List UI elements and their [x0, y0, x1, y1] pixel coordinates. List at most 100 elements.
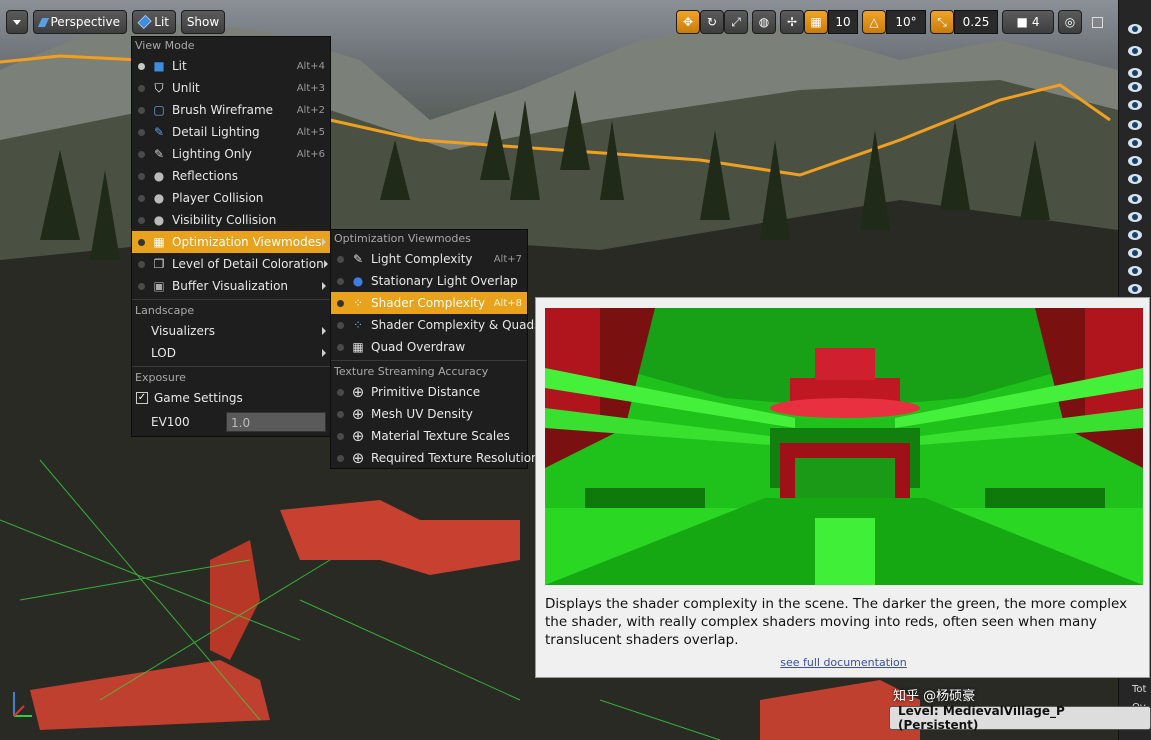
visibility-eye-icon[interactable] — [1128, 194, 1142, 204]
visibility-eye-icon[interactable] — [1128, 266, 1142, 276]
documentation-link[interactable]: see full documentation — [536, 656, 1151, 669]
menu-item-visualizers[interactable]: Visualizers — [132, 320, 330, 342]
menu-item-player-collision[interactable]: ● Player Collision — [132, 187, 330, 209]
radio-dot — [138, 62, 145, 70]
translate-tool-button[interactable]: ✥ — [676, 10, 700, 34]
menu-item-label: Level of Detail Coloration — [172, 257, 324, 271]
menu-item-primitive-distance[interactable]: ⊕ Primitive Distance — [331, 381, 527, 403]
menu-item-shortcut: Alt+7 — [493, 253, 522, 265]
globe-icon: ◍ — [758, 15, 770, 29]
menu-item-game-settings[interactable]: ✓ Game Settings — [132, 387, 330, 409]
scale-icon: ⤢ — [731, 14, 741, 29]
menu-item-lit[interactable]: ■ Lit Alt+4 — [132, 55, 330, 77]
rotation-snap-toggle[interactable]: △ — [862, 10, 886, 34]
menu-item-label: Visualizers — [151, 324, 216, 338]
visibility-eye-icon[interactable] — [1128, 68, 1142, 78]
scale-snap-toggle[interactable]: ⤡ — [930, 10, 954, 34]
camera-speed-button[interactable]: ■ 4 — [1002, 10, 1054, 34]
submenu-arrow-icon — [322, 238, 326, 246]
show-button[interactable]: Show — [181, 10, 225, 34]
menu-item-required-texture-resolution[interactable]: ⊕ Required Texture Resolution — [331, 447, 539, 469]
radio-dot — [138, 106, 145, 114]
visibility-eye-icon[interactable] — [1128, 230, 1142, 240]
move-arrows-icon: ✥ — [682, 15, 694, 29]
camera-icon: ■ — [1016, 15, 1028, 29]
menu-item-visibility-collision[interactable]: ● Visibility Collision — [132, 209, 330, 231]
radio-dot — [337, 255, 344, 263]
ev100-slider[interactable]: 1.0 — [226, 412, 326, 432]
menu-item-shader-complexity-quads[interactable]: ⁘ Shader Complexity & Quads — [331, 314, 540, 336]
menu-item-label: Optimization Viewmodes — [172, 235, 322, 249]
show-label: Show — [186, 15, 220, 29]
section-landscape: Landscape — [135, 304, 195, 317]
scale-snap-value[interactable]: 0.25 — [954, 10, 998, 34]
ev100-row: EV100 1.0 — [132, 409, 330, 435]
surface-snap-icon: ✢ — [786, 15, 798, 29]
rotate-tool-button[interactable]: ↻ — [700, 10, 724, 34]
visibility-eye-icon[interactable] — [1128, 24, 1142, 34]
menu-item-optimization-viewmodes[interactable]: ▦ Optimization Viewmodes — [132, 231, 330, 253]
menu-item-lod-coloration[interactable]: ❐ Level of Detail Coloration — [132, 253, 330, 275]
radio-dot — [138, 194, 145, 202]
visibility-eye-icon[interactable] — [1128, 212, 1142, 222]
grid-snap-value[interactable]: 10 — [828, 10, 858, 34]
view-mode-button[interactable]: Lit — [132, 10, 176, 34]
menu-item-light-complexity[interactable]: ✎ Light Complexity Alt+7 — [331, 248, 527, 270]
menu-item-detail-lighting[interactable]: ✎ Detail Lighting Alt+5 — [132, 121, 330, 143]
menu-item-shader-complexity[interactable]: ⁘ Shader Complexity Alt+8 — [331, 292, 527, 314]
ev100-value: 1.0 — [231, 416, 251, 430]
preview-render — [545, 308, 1143, 585]
grid-snap-toggle[interactable]: ▦ — [804, 10, 828, 34]
scale-tool-button[interactable]: ⤢ — [724, 10, 748, 34]
current-level-badge: Level: MedievalVillage_P (Persistent) — [889, 704, 1151, 732]
menu-item-label: Lighting Only — [172, 147, 252, 161]
rotation-snap-value[interactable]: 10° — [886, 10, 926, 34]
section-optimization: Optimization Viewmodes — [334, 232, 471, 245]
radio-dot — [138, 172, 145, 180]
visibility-eye-icon[interactable] — [1128, 100, 1142, 110]
menu-item-lod[interactable]: LOD — [132, 342, 330, 364]
radio-dot — [337, 454, 344, 462]
world-local-button[interactable]: ◍ — [752, 10, 776, 34]
visibility-eye-icon[interactable] — [1128, 138, 1142, 148]
grid-pattern-icon: ▦ — [352, 340, 364, 354]
visibility-eye-icon[interactable] — [1128, 248, 1142, 258]
menu-item-label: Shader Complexity & Quads — [371, 318, 541, 332]
section-texture-streaming: Texture Streaming Accuracy — [334, 365, 489, 378]
game-settings-checkbox[interactable]: ✓ — [136, 392, 148, 404]
visibility-eye-icon[interactable] — [1128, 120, 1142, 130]
stats-fragment: Tot — [1132, 684, 1147, 695]
perspective-button[interactable]: Perspective — [33, 10, 127, 34]
menu-item-label: Required Texture Resolution — [371, 451, 539, 465]
menu-item-quad-overdraw[interactable]: ▦ Quad Overdraw — [331, 336, 527, 358]
radio-dot — [138, 150, 145, 158]
shield-icon: ⛉ — [154, 80, 164, 95]
menu-item-reflections[interactable]: ● Reflections — [132, 165, 330, 187]
visibility-eye-icon[interactable] — [1128, 174, 1142, 184]
menu-item-brush-wireframe[interactable]: ▢ Brush Wireframe Alt+2 — [132, 99, 330, 121]
menu-item-lighting-only[interactable]: ✎ Lighting Only Alt+6 — [132, 143, 330, 165]
maximize-icon[interactable] — [1092, 17, 1103, 28]
visibility-eye-icon[interactable] — [1128, 156, 1142, 166]
viewport-layout-button[interactable]: ◎ — [1058, 10, 1082, 34]
menu-item-unlit[interactable]: ⛉ Unlit Alt+3 — [132, 77, 330, 99]
visibility-eye-icon[interactable] — [1128, 46, 1142, 56]
surface-snap-button[interactable]: ✢ — [780, 10, 804, 34]
radio-dot — [337, 388, 344, 396]
layers-icon: ❐ — [153, 257, 165, 271]
axis-gizmo — [13, 692, 32, 717]
view-mode-menu: View Mode ■ Lit Alt+4 ⛉ Unlit Alt+3 ▢ Br… — [131, 36, 331, 437]
user-icon: ◎ — [1064, 15, 1076, 29]
menu-item-material-texture-scales[interactable]: ⊕ Material Texture Scales — [331, 425, 527, 447]
radio-dot — [138, 84, 145, 92]
viewport-options-button[interactable] — [6, 10, 28, 34]
menu-item-mesh-uv-density[interactable]: ⊕ Mesh UV Density — [331, 403, 527, 425]
menu-item-label: Brush Wireframe — [172, 103, 274, 117]
visibility-eye-icon[interactable] — [1128, 82, 1142, 92]
optimization-viewmodes-submenu: Optimization Viewmodes ✎ Light Complexit… — [330, 229, 540, 469]
visibility-eye-icon[interactable] — [1128, 284, 1142, 294]
crosshair-icon: ⊕ — [351, 405, 365, 423]
menu-item-stationary-light-overlap[interactable]: ● Stationary Light Overlap — [331, 270, 527, 292]
menu-item-buffer-visualization[interactable]: ▣ Buffer Visualization — [132, 275, 330, 297]
menu-separator — [331, 360, 527, 361]
